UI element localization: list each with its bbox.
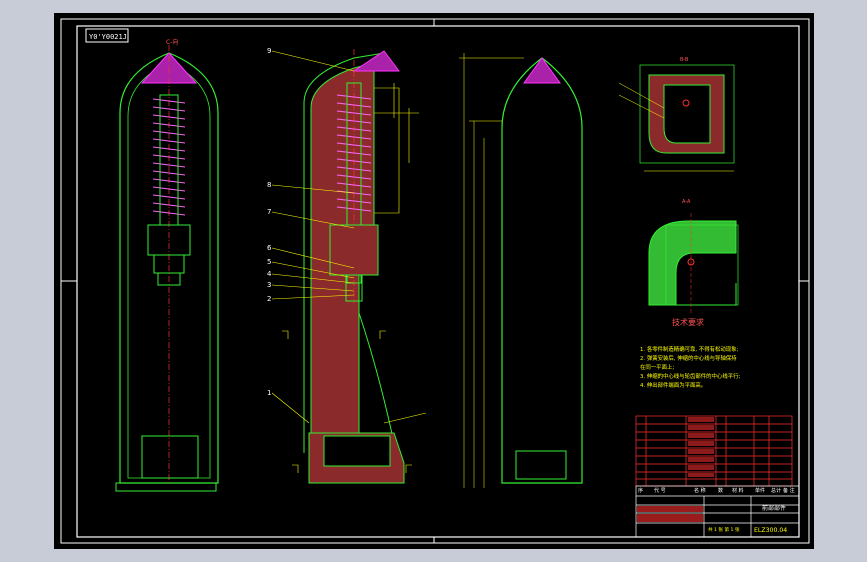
header-code: 代 号 bbox=[654, 487, 666, 494]
part-number-8: 8 bbox=[267, 181, 271, 189]
part-number-2: 2 bbox=[267, 295, 271, 303]
parts-list-header: 序 代 号 名 称 数 材 料 单件 总计 备 注 bbox=[638, 487, 795, 494]
section-view bbox=[282, 49, 427, 484]
section-a-view: A-A bbox=[648, 199, 739, 313]
side-view bbox=[459, 53, 583, 488]
note-2-cont: 在同一平面上; bbox=[640, 363, 674, 371]
header-unit: 单件 bbox=[755, 487, 765, 494]
drawing-number: ELZ300.04 bbox=[754, 527, 787, 534]
header-name: 名 称 bbox=[694, 487, 706, 494]
header-remark: 备 注 bbox=[783, 487, 795, 494]
note-3: 3. 伸缩的中心线与轮齿部件的中心线平行; bbox=[640, 372, 740, 380]
tech-title: 技术要求 bbox=[672, 317, 704, 327]
title-block-fills bbox=[637, 506, 703, 522]
part-number-9: 9 bbox=[267, 47, 271, 55]
section-a-label: A-A bbox=[682, 199, 691, 205]
corner-tag-text: Y0'Y0021J bbox=[89, 33, 127, 41]
part-name: 前部部件 bbox=[762, 504, 786, 512]
part-number-7: 7 bbox=[267, 208, 271, 216]
section-b-view: B-B bbox=[618, 57, 735, 172]
part-numbers: 9 8 7 6 5 4 3 2 1 bbox=[267, 47, 272, 397]
part-number-5: 5 bbox=[267, 258, 271, 266]
technical-requirements: 技术要求 1. 各零件制造精确可靠, 不得有松动现象; 2. 弹簧安装后, 伸缩… bbox=[640, 317, 740, 389]
note-4: 4. 伸出部件端面为平面高。 bbox=[640, 381, 706, 389]
header-total: 总计 bbox=[771, 487, 781, 494]
header-seq: 序 bbox=[638, 487, 643, 494]
part-number-3: 3 bbox=[267, 281, 271, 289]
parts-list-fills bbox=[688, 417, 714, 477]
section-b-label: B-B bbox=[680, 57, 689, 63]
cad-viewport[interactable]: Y0'Y0021J C-向 9 8 7 6 5 4 3 2 1 B-B A-A … bbox=[54, 13, 814, 549]
assembly-drawing: Y0'Y0021J C-向 9 8 7 6 5 4 3 2 1 B-B A-A … bbox=[60, 18, 810, 544]
front-view: C-向 bbox=[115, 38, 219, 492]
part-number-4: 4 bbox=[267, 270, 272, 278]
sheet-count: 共 1 张 第 1 张 bbox=[708, 526, 740, 533]
view-a-label: C-向 bbox=[166, 38, 178, 46]
header-material: 材 料 bbox=[732, 487, 744, 494]
part-number-1: 1 bbox=[267, 389, 271, 397]
part-number-6: 6 bbox=[267, 244, 272, 252]
title-block-text: 前部部件 共 1 张 第 1 张 ELZ300.04 bbox=[708, 504, 787, 534]
note-1: 1. 各零件制造精确可靠, 不得有松动现象; bbox=[640, 345, 739, 353]
note-2: 2. 弹簧安装后, 伸缩的中心线与导轴保持 bbox=[640, 354, 737, 362]
header-qty: 数 bbox=[718, 487, 723, 494]
corner-tag: Y0'Y0021J bbox=[85, 28, 129, 43]
